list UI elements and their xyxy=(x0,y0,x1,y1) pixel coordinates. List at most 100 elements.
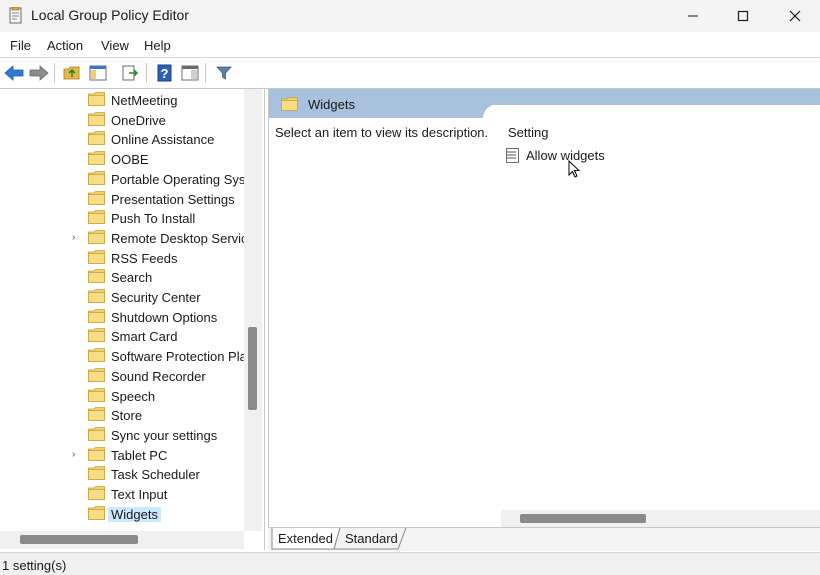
svg-text:?: ? xyxy=(161,66,169,81)
tab-standard[interactable]: Standard xyxy=(345,528,398,549)
folder-icon xyxy=(88,131,105,146)
folder-icon xyxy=(88,505,105,520)
folder-icon xyxy=(88,486,105,500)
tree-item[interactable]: Online Assistance xyxy=(0,130,244,149)
toolbar-separator xyxy=(146,63,147,83)
tree-item[interactable]: Software Protection Plat xyxy=(0,347,250,366)
up-folder-icon xyxy=(63,66,80,80)
close-icon xyxy=(789,10,801,22)
folder-icon xyxy=(88,210,105,225)
show-hide-action-pane-button[interactable] xyxy=(179,62,201,84)
menu-view[interactable]: View xyxy=(101,38,129,53)
tree-item[interactable]: Speech xyxy=(0,387,244,406)
expand-chevron-icon[interactable]: › xyxy=(72,232,75,243)
tree-item[interactable]: Text Input xyxy=(0,485,244,504)
tree-item-label: Remote Desktop Servic xyxy=(111,230,248,246)
folder-icon xyxy=(88,348,105,362)
tree-item[interactable]: Sound Recorder xyxy=(0,367,244,386)
export-list-icon xyxy=(122,65,139,81)
folder-icon xyxy=(88,426,105,441)
tree-item[interactable]: › Tablet PC xyxy=(0,446,244,465)
tree-item[interactable]: NetMeeting xyxy=(0,91,244,110)
tree-item[interactable]: OneDrive xyxy=(0,111,244,130)
tree-item-label: Widgets xyxy=(108,506,161,522)
tree-item-label: Tablet PC xyxy=(111,447,168,463)
folder-icon xyxy=(88,111,105,126)
tree-item[interactable]: Shutdown Options xyxy=(0,308,244,327)
folder-icon xyxy=(281,97,298,111)
filter-icon xyxy=(216,66,232,80)
tree-vertical-scroll-thumb[interactable] xyxy=(248,327,257,410)
tree-item[interactable]: Search xyxy=(0,268,244,287)
tree-item[interactable]: Security Center xyxy=(0,288,244,307)
window-title: Local Group Policy Editor xyxy=(31,7,189,23)
details-header-title: Widgets xyxy=(308,97,355,112)
policy-editor-app-icon xyxy=(9,7,22,24)
console-tree[interactable]: NetMeeting OneDrive Online Assistance OOBE P… xyxy=(0,89,265,550)
tree-item[interactable]: RSS Feeds xyxy=(0,249,244,268)
view-tabs: Extended Standard xyxy=(268,527,820,551)
tree-item[interactable]: Sync your settings xyxy=(0,426,244,445)
tree-item-label: Push To Install xyxy=(111,211,196,227)
tree-item-label: Task Scheduler xyxy=(111,467,200,483)
tree-item-label: Speech xyxy=(111,388,156,404)
show-hide-console-tree-button[interactable] xyxy=(87,62,109,84)
tree-item[interactable]: Store xyxy=(0,406,244,425)
folder-icon xyxy=(88,190,105,205)
menu-help[interactable]: Help xyxy=(144,38,171,53)
folder-icon xyxy=(88,328,105,343)
details-header: Widgets xyxy=(269,89,820,118)
tree-item-label: Search xyxy=(111,270,153,286)
maximize-icon xyxy=(737,10,749,22)
tree-item-label: OneDrive xyxy=(111,112,166,128)
tree-item[interactable]: OOBE xyxy=(0,150,244,169)
tree-item[interactable]: Task Scheduler xyxy=(0,465,244,484)
tree-item-label: Text Input xyxy=(111,487,168,502)
forward-button[interactable] xyxy=(28,62,50,84)
tree-vertical-scrollbar[interactable] xyxy=(244,89,262,531)
setting-column-header[interactable]: Setting xyxy=(508,125,548,140)
forward-arrow-icon xyxy=(29,65,49,81)
tree-item[interactable]: Smart Card xyxy=(0,327,244,346)
minimize-button[interactable] xyxy=(668,0,718,32)
setting-row-allow-widgets[interactable]: Allow widgets xyxy=(506,146,706,165)
tree-horizontal-scroll-thumb[interactable] xyxy=(20,535,138,544)
close-button[interactable] xyxy=(770,0,820,32)
menu-bar: File Action View Help xyxy=(0,32,820,58)
folder-icon xyxy=(88,249,105,264)
minimize-icon xyxy=(688,15,698,17)
folder-icon xyxy=(88,269,105,284)
mouse-cursor-icon xyxy=(568,160,581,178)
up-one-level-button[interactable] xyxy=(61,62,83,84)
header-left-band xyxy=(269,89,491,118)
status-bar: 1 setting(s) xyxy=(0,552,820,575)
tree-item[interactable]: Portable Operating Syst xyxy=(0,170,249,189)
tree-item-label: Presentation Settings xyxy=(111,191,235,207)
tree-item-label: Security Center xyxy=(111,290,201,305)
help-button[interactable]: ? xyxy=(154,62,176,84)
menu-file[interactable]: File xyxy=(10,38,31,53)
show-hide-action-pane-icon xyxy=(181,65,199,81)
tree-item[interactable]: Presentation Settings xyxy=(0,190,244,209)
filter-button[interactable] xyxy=(213,62,235,84)
setting-label: Allow widgets xyxy=(526,148,605,163)
menu-action[interactable]: Action xyxy=(47,38,83,53)
tree-item-label: Shutdown Options xyxy=(111,309,218,325)
details-pane: Widgets Select an item to view its descr… xyxy=(268,89,820,527)
maximize-button[interactable] xyxy=(718,0,768,32)
tree-item[interactable]: Push To Install xyxy=(0,209,244,228)
tree-item[interactable]: › Remote Desktop Servic xyxy=(0,229,248,248)
tree-item-label: NetMeeting xyxy=(111,93,178,108)
back-button[interactable] xyxy=(3,62,25,84)
tree-item-label: RSS Feeds xyxy=(111,250,178,266)
tree-item[interactable]: Widgets xyxy=(0,505,244,524)
export-list-button[interactable] xyxy=(119,62,141,84)
tree-item-label: Software Protection Plat xyxy=(111,349,251,365)
status-text: 1 setting(s) xyxy=(2,558,67,573)
tab-extended[interactable]: Extended xyxy=(278,528,333,549)
tree-item-label: OOBE xyxy=(111,152,149,168)
show-hide-tree-icon xyxy=(89,65,107,81)
folder-icon xyxy=(88,170,105,185)
details-horizontal-scroll-thumb[interactable] xyxy=(520,514,646,523)
expand-chevron-icon[interactable]: › xyxy=(72,449,75,460)
